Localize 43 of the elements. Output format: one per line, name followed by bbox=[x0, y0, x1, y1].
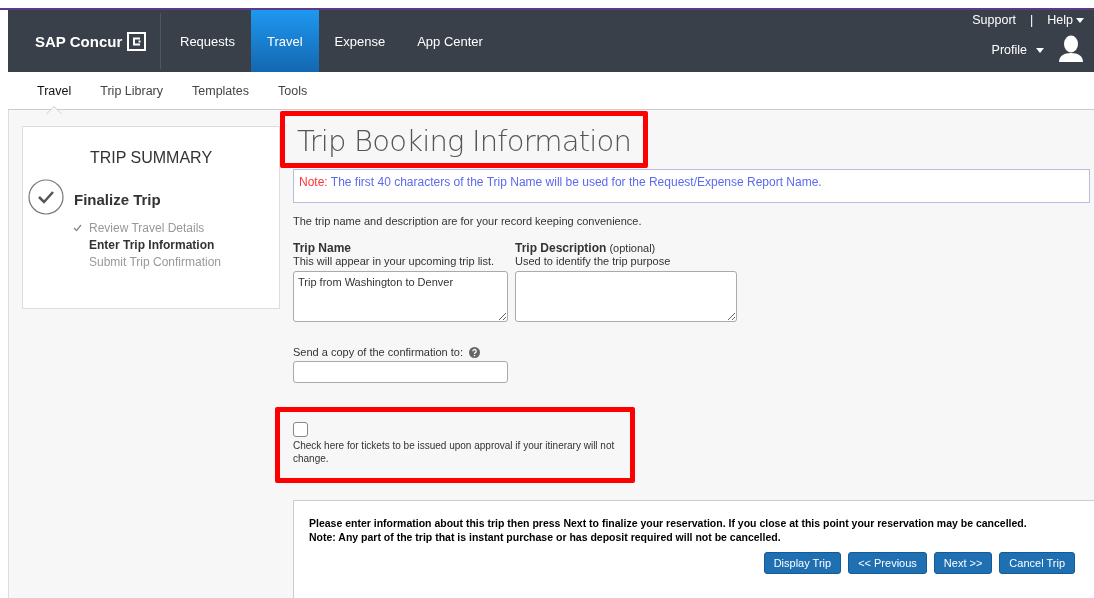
step-item: Review Travel Details bbox=[89, 220, 205, 235]
field-hint: Used to identify the trip purpose bbox=[515, 255, 672, 267]
help-menu[interactable]: Help bbox=[1047, 13, 1084, 27]
message-text: Note: Any part of the trip that is instant purchase or has deposit required will not be cancelled. bbox=[309, 530, 782, 544]
support-link[interactable]: Support bbox=[972, 13, 1017, 27]
field-hint: This will appear in your upcoming trip list. bbox=[293, 255, 496, 267]
nav-tab[interactable]: Travel bbox=[250, 10, 319, 72]
caret-icon bbox=[1076, 18, 1084, 24]
page-title: Trip Booking Information bbox=[297, 124, 632, 158]
action-button[interactable]: << Previous bbox=[848, 552, 927, 574]
action-button[interactable]: Display Trip bbox=[763, 552, 842, 574]
checkbox[interactable] bbox=[293, 422, 308, 437]
checkbox-label: Check here for tickets to be issued upon approval if your itinerary will not change. bbox=[293, 439, 616, 465]
subnav-tab[interactable]: Tools bbox=[278, 83, 308, 98]
text-area[interactable]: Trip from Washington to Denver bbox=[293, 271, 508, 322]
message-text: Please enter information about this trip then press Next to finalize your reservation. If you close at this point your reservation may be cancelled. bbox=[309, 516, 1028, 530]
help-icon[interactable] bbox=[469, 346, 480, 358]
avatar-icon[interactable] bbox=[1058, 35, 1084, 64]
note-text: Note: The first 40 characters of the Trip Name will be used for the Request/Expense Report Name. bbox=[293, 169, 1090, 203]
field-label: Trip Description (optional) bbox=[515, 241, 657, 255]
nav-tab[interactable]: App Center bbox=[401, 10, 499, 72]
field-label: Send a copy of the confirmation to: bbox=[293, 346, 463, 358]
subnav-tab[interactable]: Templates bbox=[192, 83, 249, 98]
text-area[interactable] bbox=[515, 271, 737, 322]
action-button[interactable]: Cancel Trip bbox=[999, 552, 1075, 574]
nav-tab[interactable]: Requests bbox=[164, 10, 251, 72]
nav-tab[interactable]: Expense bbox=[318, 10, 402, 72]
step-title: Finalize Trip bbox=[74, 190, 161, 208]
logo-icon bbox=[127, 31, 147, 51]
step-item: Submit Trip Confirmation bbox=[89, 254, 222, 269]
subnav-tab[interactable]: Travel bbox=[37, 83, 72, 98]
checkmark-circle-icon bbox=[28, 179, 64, 215]
panel-title: TRIP SUMMARY bbox=[88, 149, 214, 167]
step-item: Enter Trip Information bbox=[89, 237, 215, 252]
caret-icon bbox=[1036, 47, 1044, 53]
action-button[interactable]: Next >> bbox=[933, 552, 993, 574]
email-field[interactable] bbox=[293, 361, 508, 383]
intro-text: The trip name and description are for your record keeping convenience. bbox=[293, 215, 643, 227]
profile-menu[interactable]: Profile bbox=[991, 42, 1044, 57]
logo-text: SAP Concur bbox=[35, 32, 123, 50]
separator: | bbox=[1030, 13, 1034, 27]
field-label: Trip Name bbox=[293, 241, 353, 255]
subnav-tab[interactable]: Trip Library bbox=[100, 83, 163, 98]
